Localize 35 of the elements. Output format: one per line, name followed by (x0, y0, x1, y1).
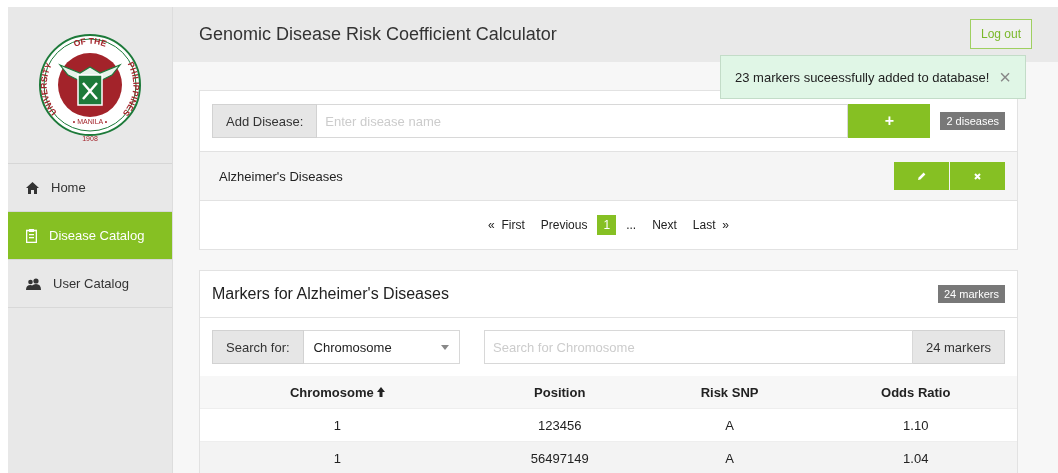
clipboard-icon (26, 228, 37, 243)
close-icon (974, 172, 981, 180)
pencil-icon (917, 172, 926, 180)
pagination-link[interactable]: ... (620, 215, 643, 235)
disease-row[interactable]: Alzheimer's Diseases (200, 151, 1017, 201)
users-icon (26, 277, 41, 290)
search-count-label: 24 markers (912, 330, 1005, 364)
table-cell: 1.04 (814, 441, 1017, 473)
search-for-label: Search for: (212, 330, 304, 364)
disease-name: Alzheimer's Diseases (219, 168, 343, 184)
table-cell: 1 (200, 441, 475, 473)
caret-icon (441, 344, 449, 350)
disease-count-badge: 2 diseases (940, 112, 1005, 130)
column-header[interactable]: Chromosome (200, 376, 475, 409)
delete-button[interactable] (950, 162, 1005, 190)
pagination-link[interactable]: Last » (686, 215, 735, 235)
panel-title: Markers for Alzheimer's Diseases (212, 285, 449, 303)
sidebar-item[interactable]: User Catalog (8, 260, 172, 308)
pagination-link[interactable]: « First (482, 215, 531, 235)
search-by-select[interactable]: Chromosome (303, 330, 460, 364)
seal-text: OF THE (72, 35, 108, 49)
home-icon (26, 181, 39, 194)
column-header[interactable]: Position (474, 376, 645, 409)
edit-button[interactable] (894, 162, 949, 190)
page-title: Genomic Disease Risk Coefficient Calculator (199, 24, 557, 45)
pagination-link[interactable]: Previous (534, 215, 594, 235)
alert-message: 23 markers suceessfully added to database! (735, 69, 990, 85)
table-cell: 56497149 (474, 441, 645, 473)
table-cell: A (644, 441, 815, 473)
sort-up-icon (376, 386, 385, 397)
marker-count-badge: 24 markers (937, 285, 1005, 303)
pagination-link[interactable]: Next (646, 215, 683, 235)
column-header[interactable]: Odds Ratio (814, 376, 1017, 409)
column-header[interactable]: Risk SNP (644, 376, 815, 409)
add-disease-label: Add Disease: (212, 104, 318, 138)
